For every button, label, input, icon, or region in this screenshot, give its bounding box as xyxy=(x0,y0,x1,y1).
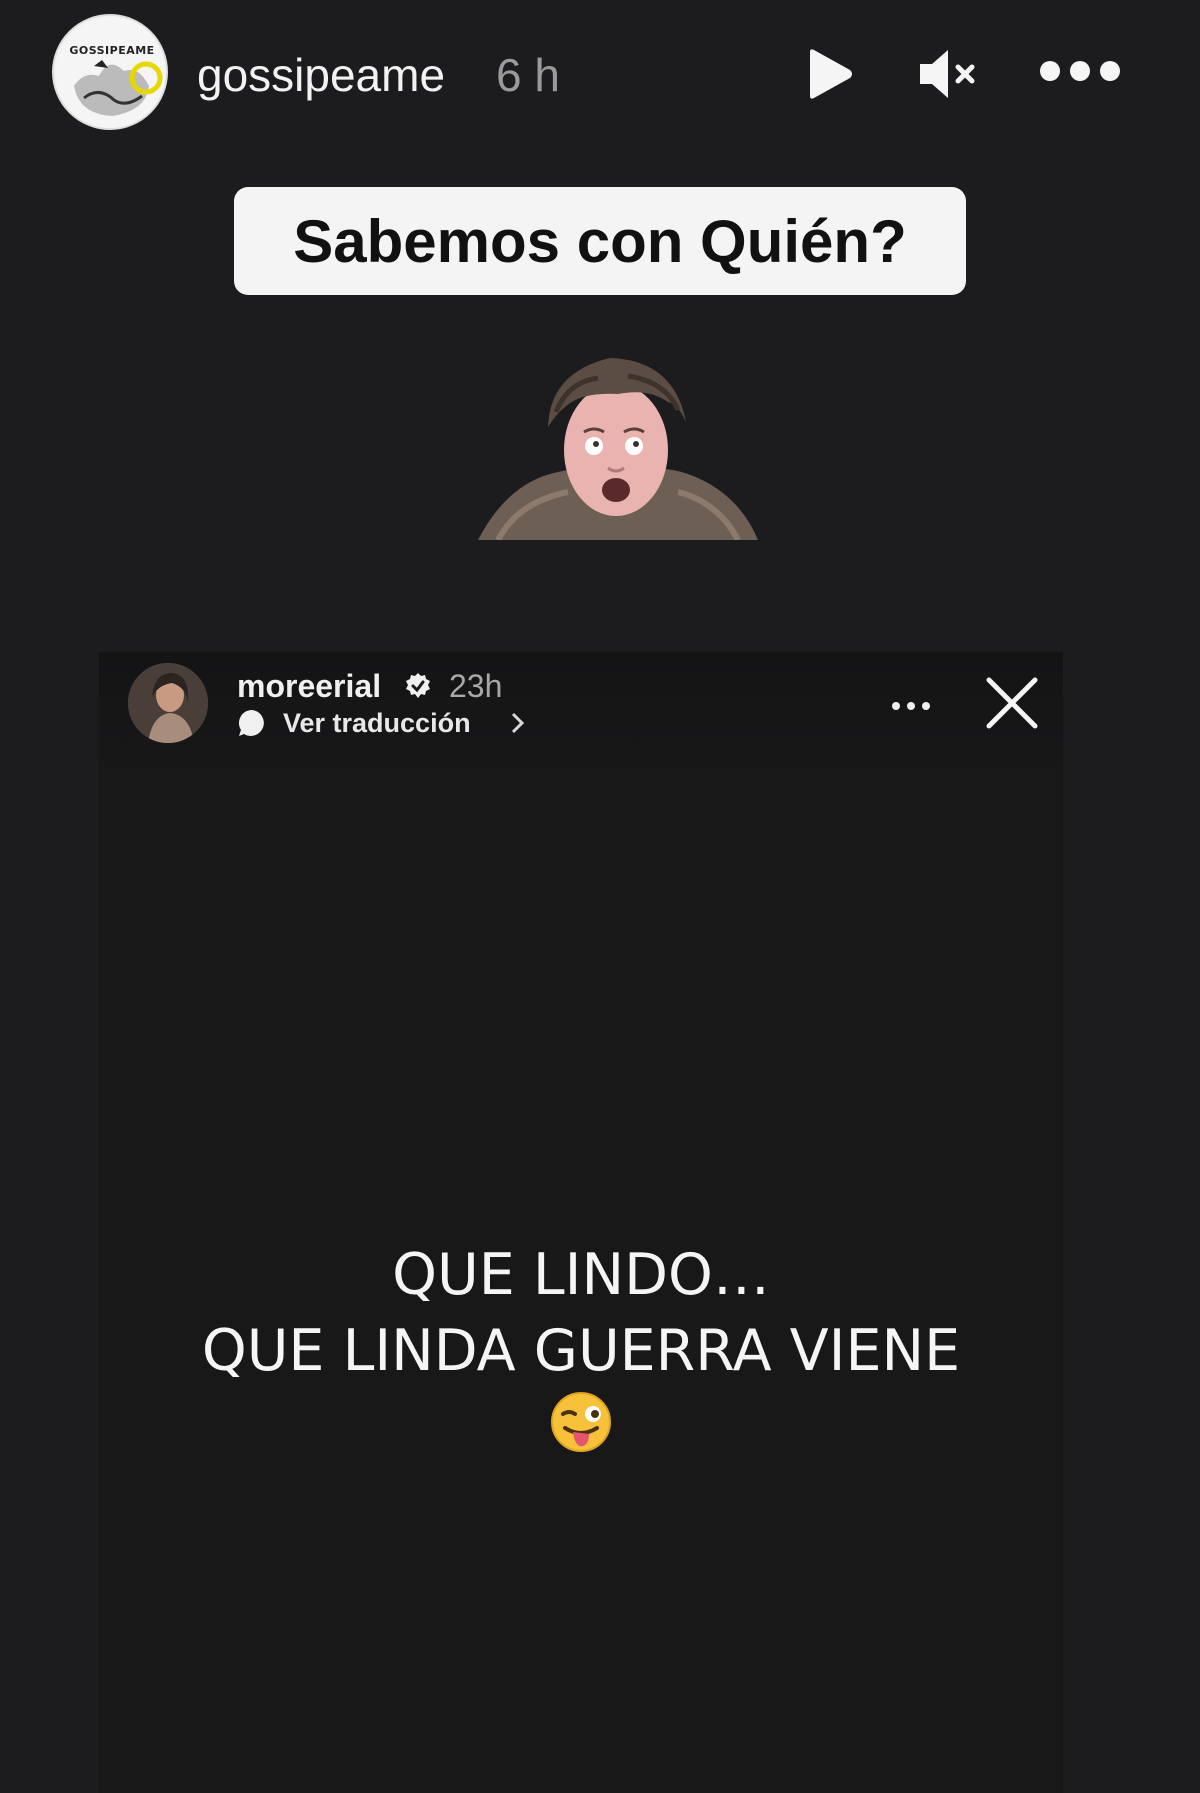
avatar-logo-text: GOSSIPEAME xyxy=(69,44,155,57)
winking-face-with-tongue-emoji xyxy=(551,1392,611,1452)
mute-icon[interactable] xyxy=(916,46,980,102)
reshared-username[interactable]: moreerial xyxy=(237,668,381,705)
story-header: GOSSIPEAME gossipeame 6 h xyxy=(0,0,1200,150)
story-timestamp: 6 h xyxy=(496,49,560,101)
story-text-line-1: QUE LINDO… xyxy=(392,1242,770,1308)
reshared-timestamp: 23h xyxy=(449,668,503,704)
reshared-story-card[interactable]: moreerial 23h Ver traducción QUE LINDO… … xyxy=(99,652,1063,1793)
story-username[interactable]: gossipeame xyxy=(197,48,445,102)
close-icon[interactable] xyxy=(985,676,1039,730)
reshared-more-options-icon[interactable] xyxy=(891,700,931,712)
avatar[interactable]: GOSSIPEAME xyxy=(52,14,168,130)
question-sticker-text: Sabemos con Quién? xyxy=(293,207,907,275)
reshared-avatar-image xyxy=(128,663,208,743)
question-sticker: Sabemos con Quién? xyxy=(234,187,966,295)
avatar-logo-image xyxy=(56,18,166,128)
story-text-line-2: QUE LINDA GUERRA VIENE xyxy=(201,1318,961,1384)
story-text: QUE LINDO… QUE LINDA GUERRA VIENE xyxy=(99,1237,1063,1389)
reshared-avatar[interactable] xyxy=(128,663,208,743)
verified-badge-icon xyxy=(406,673,430,698)
see-translation-link[interactable]: Ver traducción xyxy=(283,708,471,739)
person-sticker-image xyxy=(478,358,758,540)
chevron-right-icon xyxy=(511,712,525,734)
play-icon[interactable] xyxy=(800,46,856,102)
translate-bubble-icon xyxy=(238,709,264,736)
more-options-icon[interactable] xyxy=(1038,56,1122,86)
